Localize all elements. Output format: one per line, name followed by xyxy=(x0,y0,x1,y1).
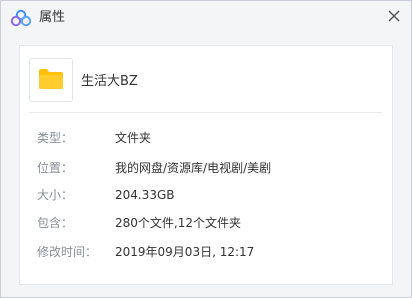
property-row-location: 位置： 我的网盘/资源库/电视剧/美剧 xyxy=(20,159,392,177)
property-label: 包含： xyxy=(37,216,74,230)
property-label: 修改时间： xyxy=(37,245,98,259)
cloud-logo-icon xyxy=(10,9,32,27)
dialog-titlebar: 属性 xyxy=(1,1,411,35)
properties-card: 生活大BZ 类型： 文件夹 位置： 我的网盘/资源库/电视剧/美剧 大小： 20… xyxy=(19,45,393,285)
property-row-contains: 包含： 280个文件,12个文件夹 xyxy=(20,214,392,232)
property-label: 大小： xyxy=(37,188,74,202)
property-label: 位置： xyxy=(37,161,74,175)
property-value: 2019年09月03日, 12:17 xyxy=(115,245,255,259)
dialog-title: 属性 xyxy=(39,10,66,25)
folder-icon xyxy=(39,69,63,89)
divider xyxy=(29,112,383,113)
property-value: 204.33GB xyxy=(115,188,175,202)
close-icon[interactable] xyxy=(384,6,404,26)
folder-thumbnail xyxy=(29,58,73,102)
property-row-type: 类型： 文件夹 xyxy=(20,129,392,147)
property-label: 类型： xyxy=(37,131,74,145)
folder-name: 生活大BZ xyxy=(81,74,138,89)
property-row-size: 大小： 204.33GB xyxy=(20,186,392,204)
property-value: 280个文件,12个文件夹 xyxy=(115,216,241,230)
property-value: 文件夹 xyxy=(115,131,152,145)
property-value: 我的网盘/资源库/电视剧/美剧 xyxy=(115,161,272,175)
close-button[interactable] xyxy=(384,6,404,26)
properties-dialog: 属性 生活大BZ 类型： 文件夹 位置： 我的网盘/资源库/电视剧/美剧 大小： xyxy=(0,0,412,298)
property-row-modified: 修改时间： 2019年09月03日, 12:17 xyxy=(20,243,392,261)
